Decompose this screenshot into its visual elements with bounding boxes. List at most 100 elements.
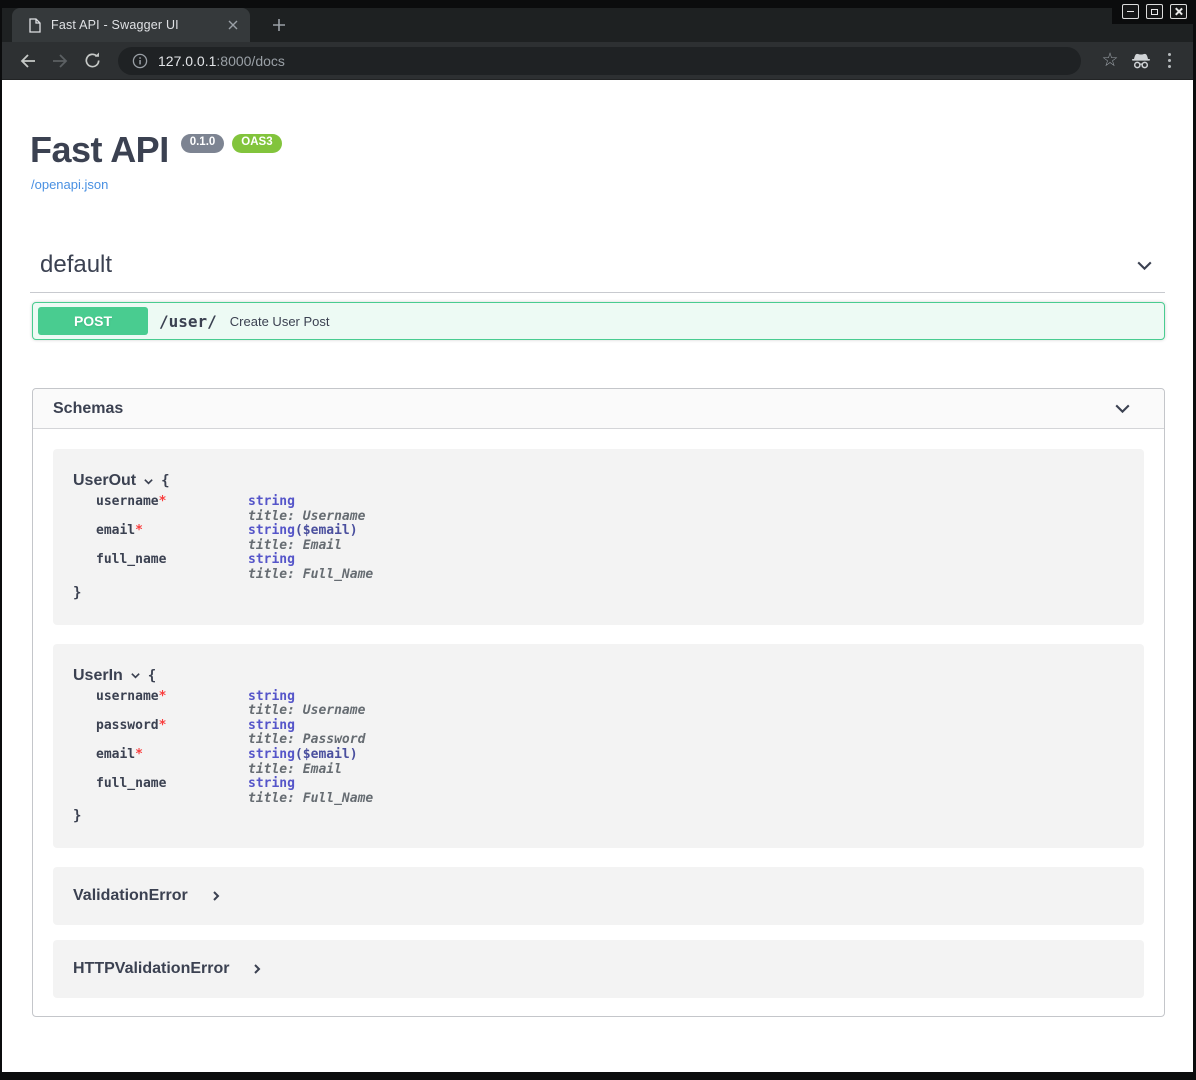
- operation-post-user[interactable]: POST /user/ Create User Post: [32, 302, 1165, 340]
- new-tab-button[interactable]: [266, 12, 292, 38]
- minimize-icon: [1127, 11, 1134, 12]
- property-title: title: Email: [248, 539, 358, 554]
- url-text: 127.0.0.1:8000/docs: [158, 53, 285, 69]
- model-validationerror[interactable]: ValidationError: [53, 867, 1144, 925]
- operation-path: /user/: [159, 312, 217, 331]
- titlebar: [2, 0, 1193, 8]
- property-row: username* string title: Username: [96, 495, 1124, 524]
- property-row: username* string title: Username: [96, 690, 1124, 719]
- model-name: HTTPValidationError: [73, 960, 229, 978]
- incognito-icon: [1130, 51, 1152, 71]
- tab-title: Fast API - Swagger UI: [51, 18, 224, 32]
- chevron-down-icon[interactable]: [143, 476, 154, 487]
- property-name: full_name: [96, 552, 166, 567]
- maximize-icon: [1151, 9, 1158, 15]
- back-icon: [18, 51, 38, 71]
- reload-button[interactable]: [76, 45, 108, 77]
- close-brace: }: [73, 808, 1124, 824]
- required-star: *: [159, 689, 167, 704]
- browser-window: Fast API - Swagger UI 127.0.0.1:8000/: [2, 0, 1193, 1072]
- browser-menu-button[interactable]: [1157, 53, 1181, 68]
- kebab-menu-icon: [1168, 59, 1171, 62]
- property-type: string: [248, 718, 295, 733]
- model-userin: UserIn { username* string title: Usernam…: [53, 644, 1144, 849]
- chevron-down-icon[interactable]: [1134, 255, 1155, 276]
- tab-strip: Fast API - Swagger UI: [2, 8, 1193, 42]
- property-row: email* string($email) title: Email: [96, 524, 1124, 553]
- forward-button[interactable]: [44, 45, 76, 77]
- property-name: email: [96, 747, 135, 762]
- reload-icon: [83, 51, 102, 70]
- property-row: password* string title: Password: [96, 719, 1124, 748]
- model-name: UserIn: [73, 667, 123, 685]
- oas3-badge: OAS3: [232, 134, 281, 153]
- property-title: title: Username: [248, 704, 365, 719]
- required-star: *: [159, 494, 167, 509]
- maximize-button[interactable]: [1146, 4, 1163, 19]
- chevron-right-icon[interactable]: [210, 890, 222, 902]
- schemas-header[interactable]: Schemas: [33, 389, 1164, 429]
- property-name: username: [96, 689, 159, 704]
- browser-toolbar: 127.0.0.1:8000/docs ☆: [2, 42, 1193, 80]
- required-star: *: [135, 747, 143, 762]
- property-type: string: [248, 494, 295, 509]
- chevron-right-icon[interactable]: [251, 963, 263, 975]
- property-type: string: [248, 523, 295, 538]
- schemas-title: Schemas: [53, 400, 123, 418]
- tag-name: default: [40, 251, 112, 279]
- browser-tab[interactable]: Fast API - Swagger UI: [12, 8, 250, 42]
- minimize-button[interactable]: [1122, 4, 1139, 19]
- property-row: full_name string title: Full_Name: [96, 553, 1124, 582]
- schemas-body: UserOut { username* string title: Userna…: [33, 429, 1164, 1016]
- property-format: ($email): [295, 523, 358, 538]
- document-icon: [28, 18, 41, 33]
- property-type: string: [248, 776, 295, 791]
- back-button[interactable]: [12, 45, 44, 77]
- bookmark-star-button[interactable]: ☆: [1095, 49, 1125, 72]
- version-badge: 0.1.0: [181, 134, 225, 153]
- open-brace: {: [161, 473, 169, 489]
- openapi-spec-link[interactable]: /openapi.json: [31, 177, 108, 192]
- open-brace: {: [148, 668, 156, 684]
- close-button[interactable]: [1170, 4, 1187, 19]
- model-userout: UserOut { username* string title: Userna…: [53, 449, 1144, 625]
- property-name: full_name: [96, 776, 166, 791]
- required-star: *: [159, 718, 167, 733]
- kebab-menu-icon: [1168, 53, 1171, 56]
- swagger-page: Fast API 0.1.0 OAS3 /openapi.json defaul…: [2, 80, 1193, 1072]
- property-name: password: [96, 718, 159, 733]
- model-name: ValidationError: [73, 887, 188, 905]
- chevron-down-icon[interactable]: [1112, 398, 1133, 419]
- tab-close-icon[interactable]: [224, 16, 242, 34]
- plus-icon: [272, 18, 286, 32]
- kebab-menu-icon: [1168, 65, 1171, 68]
- tag-section-header[interactable]: default: [30, 251, 1165, 293]
- star-icon: ☆: [1101, 50, 1118, 71]
- property-title: title: Password: [248, 733, 365, 748]
- schemas-section: Schemas UserOut { username*: [32, 388, 1165, 1017]
- property-title: title: Full_Name: [248, 568, 373, 583]
- property-type: string: [248, 552, 295, 567]
- incognito-indicator: [1125, 45, 1157, 77]
- model-name: UserOut: [73, 472, 136, 490]
- method-badge: POST: [38, 307, 148, 335]
- chevron-down-icon[interactable]: [130, 670, 141, 681]
- operation-summary: Create User Post: [230, 313, 330, 329]
- model-httpvalidationerror[interactable]: HTTPValidationError: [53, 940, 1144, 998]
- property-type: string: [248, 689, 295, 704]
- property-title: title: Email: [248, 763, 358, 778]
- window-frame: Fast API - Swagger UI 127.0.0.1:8000/: [0, 0, 1196, 1080]
- window-controls: [1112, 0, 1193, 24]
- property-name: username: [96, 494, 159, 509]
- property-row: full_name string title: Full_Name: [96, 777, 1124, 806]
- close-brace: }: [73, 585, 1124, 601]
- property-format: ($email): [295, 747, 358, 762]
- property-row: email* string($email) title: Email: [96, 748, 1124, 777]
- url-path: :8000/docs: [216, 53, 285, 69]
- property-type: string: [248, 747, 295, 762]
- page-title: Fast API: [30, 132, 169, 168]
- close-icon: [1174, 7, 1183, 16]
- api-info: Fast API 0.1.0 OAS3 /openapi.json: [30, 132, 1165, 194]
- property-name: email: [96, 523, 135, 538]
- address-bar[interactable]: 127.0.0.1:8000/docs: [118, 47, 1081, 75]
